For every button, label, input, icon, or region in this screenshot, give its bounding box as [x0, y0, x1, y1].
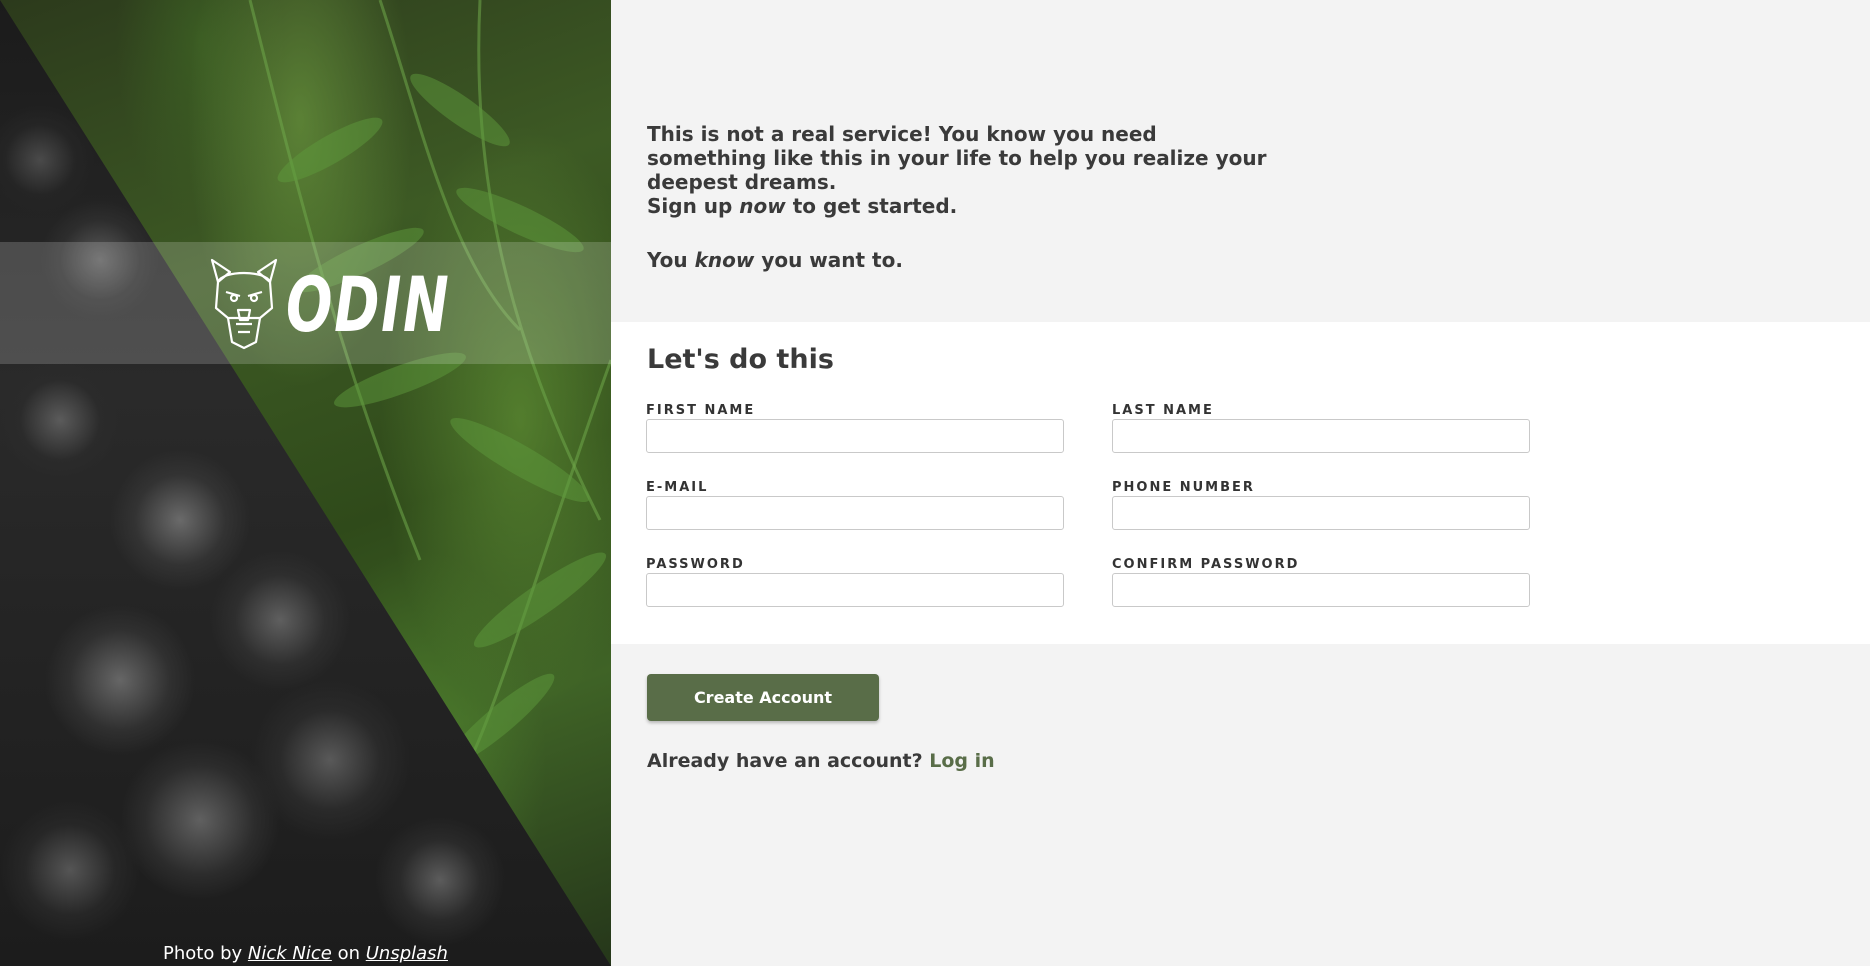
last-name-label: LAST NAME [1112, 403, 1214, 418]
first-name-label: FIRST NAME [646, 403, 756, 418]
phone-label: PHONE NUMBER [1112, 480, 1255, 495]
photo-credit-middle: on [331, 943, 366, 964]
password-label: PASSWORD [646, 557, 745, 572]
intro-line-3-end: you want to. [754, 248, 903, 272]
intro-line-3: You know you want to. [647, 248, 1267, 272]
email-label: E-MAIL [646, 480, 709, 495]
photo-credit-prefix: Photo by [163, 943, 248, 964]
confirm-password-input[interactable] [1112, 573, 1530, 607]
password-field: PASSWORD [646, 557, 1064, 607]
email-field: E-MAIL [646, 480, 1064, 530]
odin-logo: ODIN [208, 256, 492, 352]
login-prompt: Already have an account? Log in [647, 750, 995, 772]
intro-line-3-emphasis: know [694, 248, 755, 272]
photo-author-link[interactable]: Nick Nice [248, 943, 332, 964]
signup-form: Let's do this FIRST NAME LAST NAME E-MAI… [611, 322, 1870, 644]
confirm-password-label: CONFIRM PASSWORD [1112, 557, 1300, 572]
intro-line-1: This is not a real service! You know you… [647, 122, 1267, 194]
confirm-password-field: CONFIRM PASSWORD [1112, 557, 1530, 607]
phone-field: PHONE NUMBER [1112, 480, 1530, 530]
last-name-field: LAST NAME [1112, 403, 1530, 453]
first-name-field: FIRST NAME [646, 403, 1064, 453]
email-input[interactable] [646, 496, 1064, 530]
phone-input[interactable] [1112, 496, 1530, 530]
photo-credit: Photo by Nick Nice on Unsplash [0, 943, 611, 964]
first-name-input[interactable] [646, 419, 1064, 453]
hero-photo-panel: ODIN Photo by Nick Nice on Unsplash [0, 0, 611, 966]
form-title: Let's do this [647, 344, 834, 375]
intro-text: This is not a real service! You know you… [647, 122, 1267, 272]
intro-line-2-end: to get started. [785, 194, 958, 218]
unsplash-link[interactable]: Unsplash [366, 943, 448, 964]
intro-line-2-emphasis: now [739, 194, 786, 218]
login-prompt-text: Already have an account? [647, 750, 930, 772]
logo-text: ODIN [286, 259, 451, 349]
intro-line-2: Sign up now to get started. [647, 194, 1267, 218]
create-account-button[interactable]: Create Account [647, 674, 879, 721]
last-name-input[interactable] [1112, 419, 1530, 453]
login-link[interactable]: Log in [929, 750, 994, 772]
password-input[interactable] [646, 573, 1064, 607]
intro-line-2-start: Sign up [647, 194, 740, 218]
viking-helmet-icon [210, 258, 278, 350]
main-content: This is not a real service! You know you… [611, 0, 1870, 966]
intro-line-3-start: You [647, 248, 695, 272]
